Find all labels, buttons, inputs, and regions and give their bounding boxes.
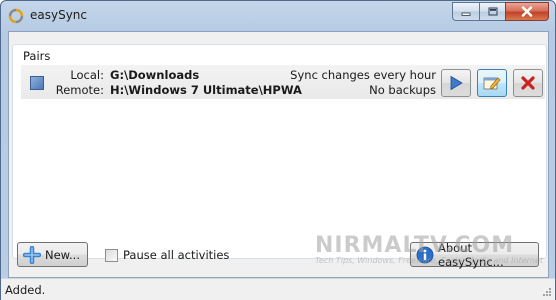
status-text: Added. [5,283,46,297]
resize-grip-icon[interactable] [541,286,552,297]
pair-row[interactable]: Local: G:\Downloads Remote: H:\Windows 7… [21,65,545,99]
watermark-main: NIRMALTV.COM [315,233,515,258]
close-button[interactable] [505,2,549,21]
watermark: NIRMALTV.COM Tech Tips, Windows, Freewar… [315,233,543,265]
minimize-icon [461,12,471,16]
app-window: easySync Pairs Local: G:\Downloads Remot… [0,0,556,300]
remote-label: Remote: [55,83,104,97]
pause-all-checkbox-box[interactable] [105,248,118,262]
pause-all-label: Pause all activities [123,248,230,262]
pair-status-indicator [30,76,44,90]
play-icon [450,75,463,91]
maximize-icon [488,7,497,15]
delete-icon [521,76,535,90]
local-label: Local: [70,68,104,82]
pairs-group: Pairs Local: G:\Downloads Remote: H:\Win… [12,44,547,259]
watermark-sub: Tech Tips, Windows, Freeware, Social Med… [315,256,544,265]
plus-icon [23,245,41,264]
sync-schedule: Sync changes every hour [290,68,436,82]
minimize-button[interactable] [452,2,479,21]
local-path: G:\Downloads [110,68,200,82]
delete-pair-button[interactable] [513,69,543,97]
new-pair-button[interactable]: New... [17,242,88,267]
caption-buttons [452,2,549,21]
window-title: easySync [30,8,88,22]
close-icon [521,6,533,17]
title-bar[interactable]: easySync [1,1,555,31]
edit-pair-button[interactable] [477,69,507,97]
sync-now-button[interactable] [441,69,471,97]
maximize-button[interactable] [479,2,505,21]
edit-icon [483,77,501,90]
new-pair-label: New... [45,247,80,262]
pairs-group-label: Pairs [23,49,51,63]
backup-status: No backups [369,83,436,97]
pause-all-checkbox[interactable]: Pause all activities [105,248,229,262]
status-bar: Added. [1,278,555,300]
sync-icon [8,8,24,24]
